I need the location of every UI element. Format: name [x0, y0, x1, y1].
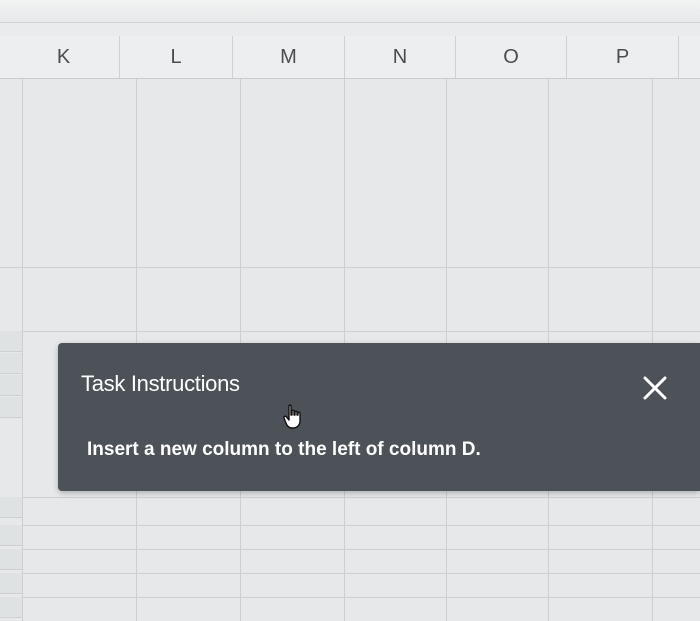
column-header-label: K: [56, 45, 71, 68]
row-header[interactable]: [0, 549, 22, 570]
toolbar-edge: [0, 0, 700, 23]
row-divider: [0, 525, 700, 526]
column-header-label: N: [392, 45, 408, 68]
row-divider: [0, 549, 700, 550]
row-divider: [0, 331, 700, 332]
column-header-label: L: [170, 45, 182, 68]
column-header-l[interactable]: L: [120, 36, 233, 78]
column-header-p[interactable]: P: [567, 36, 679, 78]
task-instructions-dialog: Task Instructions Insert a new column to…: [58, 343, 700, 491]
close-icon[interactable]: [640, 373, 670, 403]
task-instruction-text: Insert a new column to the left of colum…: [87, 439, 481, 460]
column-header-label: O: [503, 45, 519, 68]
row-header[interactable]: [0, 397, 22, 418]
row-divider: [0, 597, 700, 598]
row-header[interactable]: [0, 525, 22, 546]
row-header[interactable]: [0, 331, 22, 352]
hand-pointer-icon: [282, 404, 306, 430]
row-header[interactable]: [0, 375, 22, 396]
row-divider: [0, 267, 700, 268]
row-divider: [0, 497, 700, 498]
column-header-m[interactable]: M: [233, 36, 345, 78]
row-header[interactable]: [0, 597, 22, 618]
column-divider: [22, 79, 23, 621]
column-header-label: P: [615, 45, 630, 68]
column-header-n[interactable]: N: [345, 36, 456, 78]
column-header-o[interactable]: O: [456, 36, 567, 78]
column-header-row: K L M N O P: [0, 36, 700, 79]
column-header-label: M: [280, 45, 297, 68]
row-header[interactable]: [0, 353, 22, 374]
row-header[interactable]: [0, 573, 22, 594]
dialog-title: Task Instructions: [81, 371, 240, 396]
row-header[interactable]: [0, 497, 22, 518]
row-divider: [0, 573, 700, 574]
column-header-k[interactable]: K: [8, 36, 120, 78]
